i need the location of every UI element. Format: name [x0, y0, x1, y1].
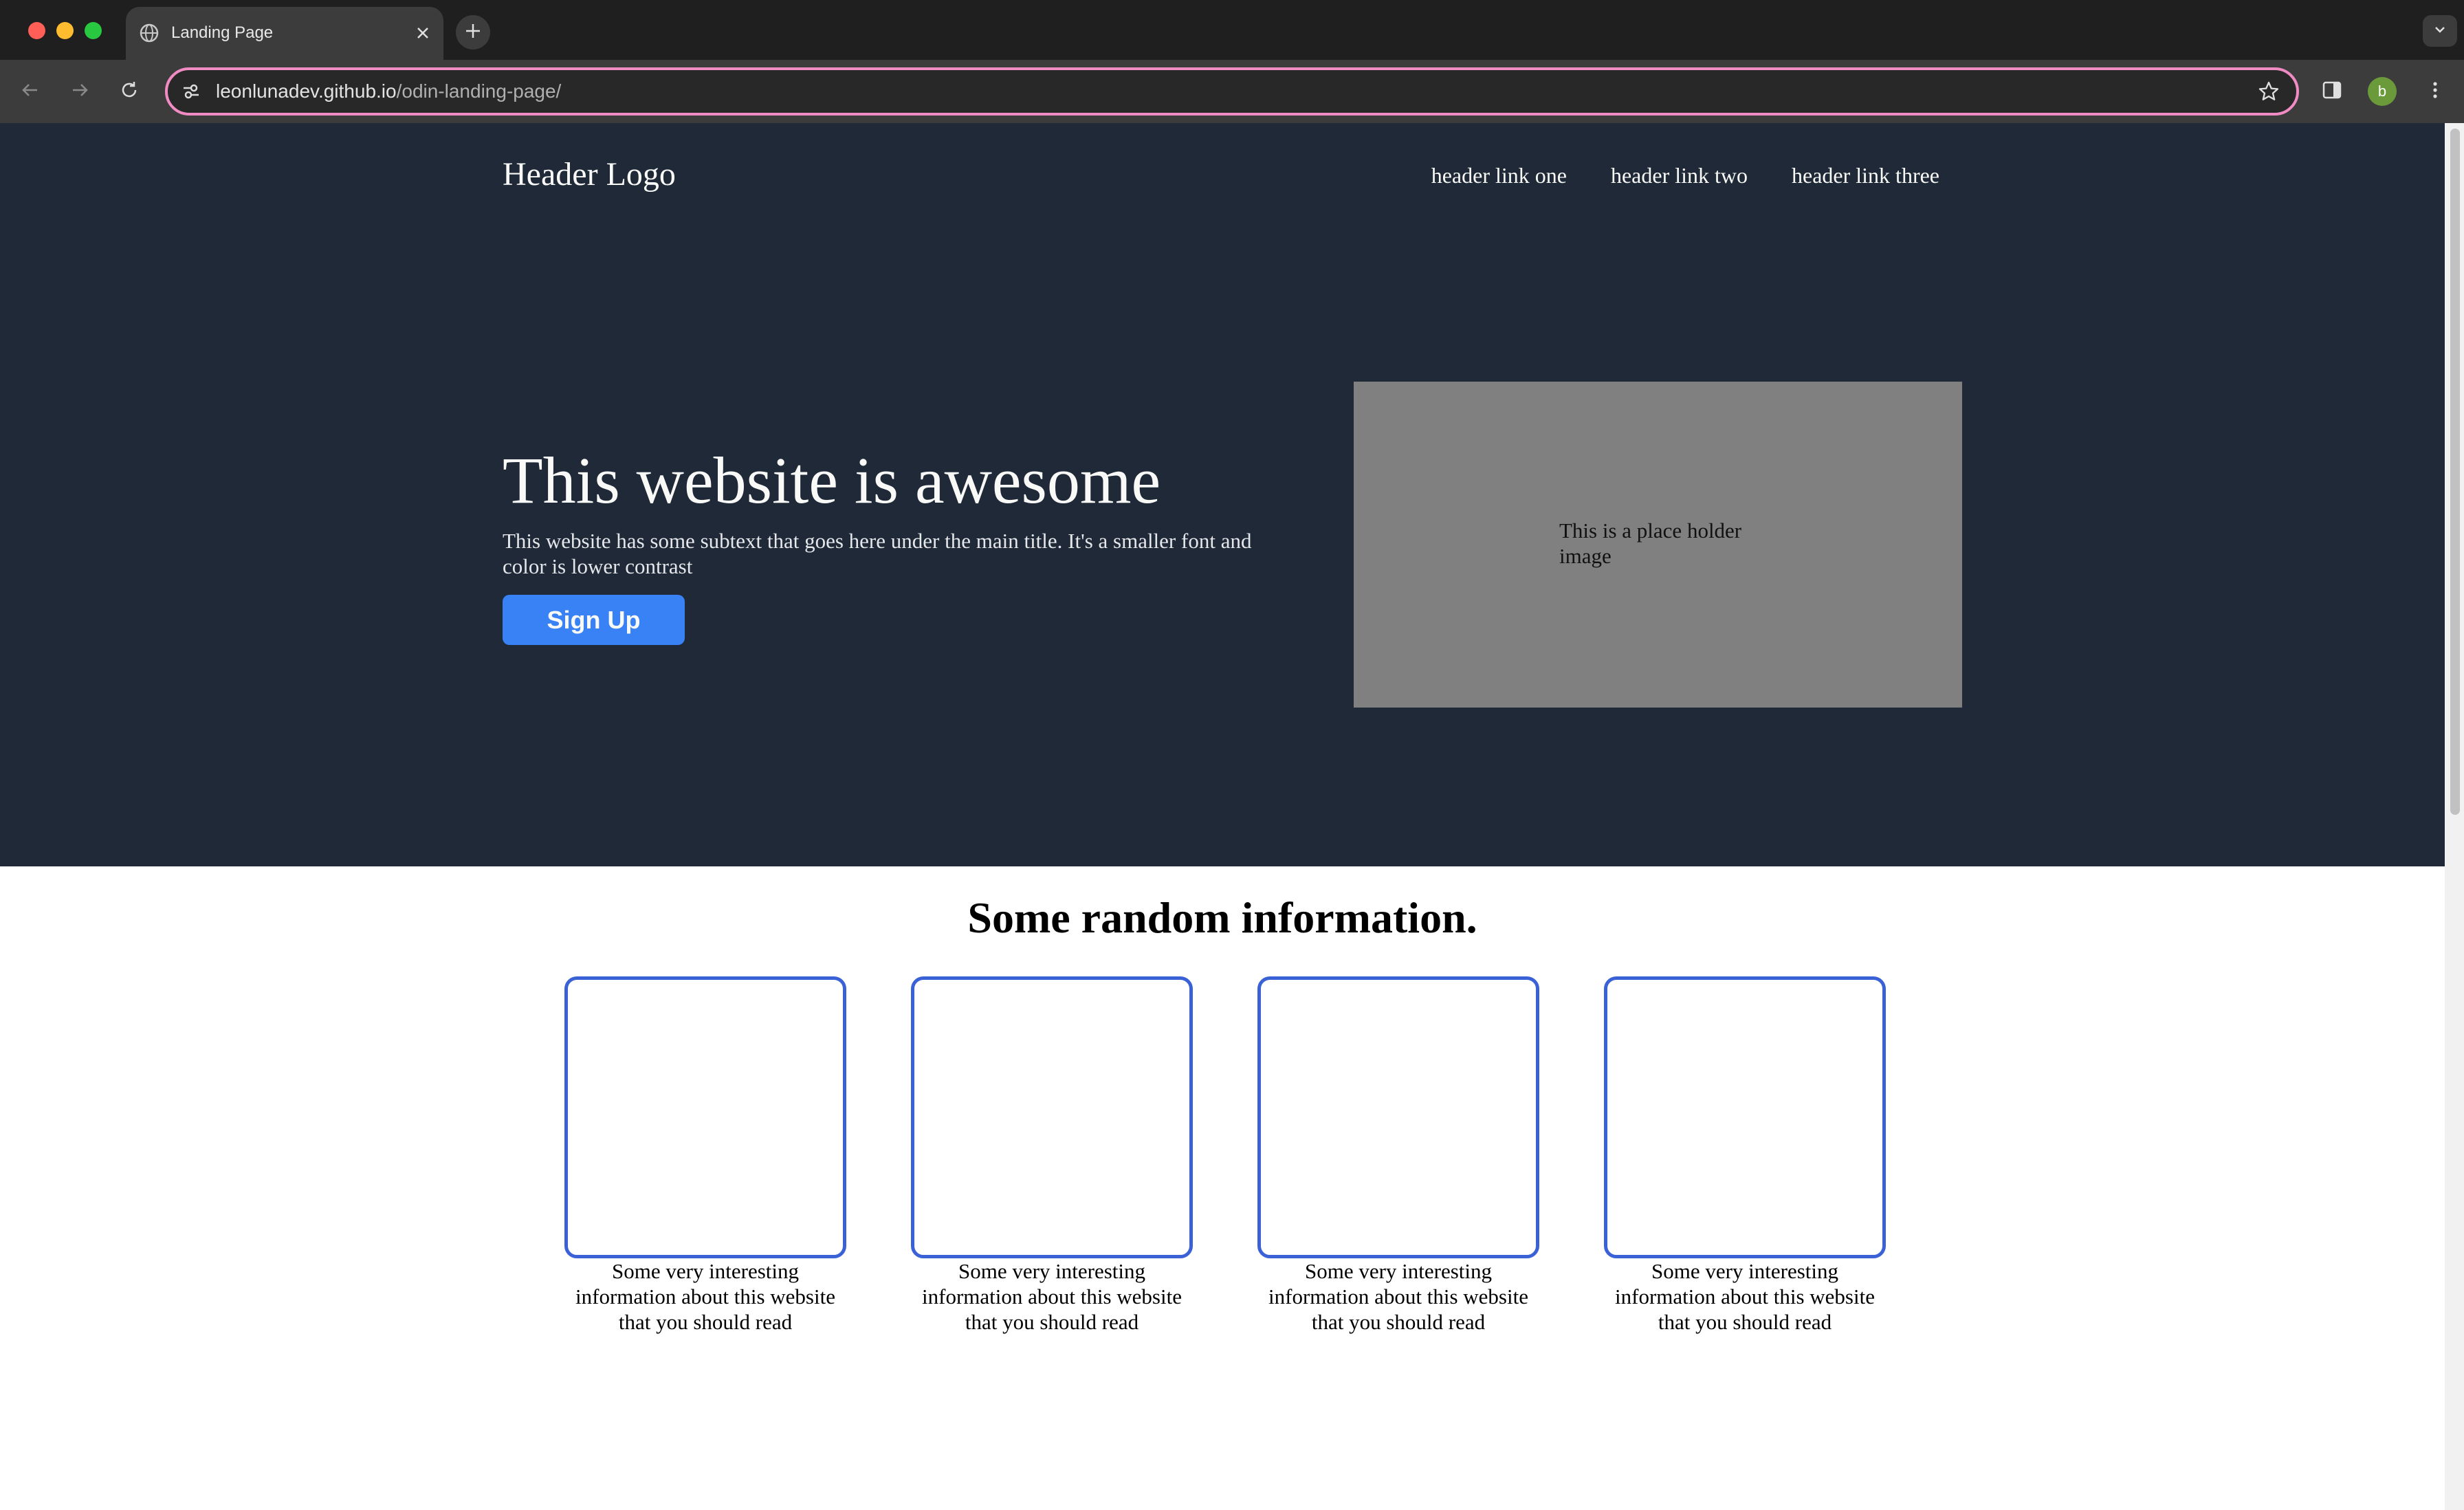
- globe-icon: [138, 22, 160, 44]
- kebab-menu-button[interactable]: [2420, 76, 2450, 107]
- kebab-menu-icon: [2425, 80, 2445, 104]
- page-scrollbar[interactable]: [2445, 123, 2464, 1510]
- info-cards: Some very interesting information about …: [0, 976, 2445, 1334]
- maximize-window-button[interactable]: [85, 22, 102, 39]
- tab-landing-page[interactable]: Landing Page: [126, 7, 443, 60]
- side-panel-button[interactable]: [2317, 76, 2347, 107]
- info-card: Some very interesting information about …: [911, 976, 1193, 1335]
- back-button[interactable]: [14, 75, 47, 108]
- scrollbar-thumb[interactable]: [2450, 129, 2460, 815]
- info-card-text: Some very interesting information about …: [1615, 1259, 1875, 1334]
- info-card-image: [1604, 976, 1886, 1258]
- header-link-three[interactable]: header link three: [1792, 159, 1939, 192]
- info-section-title: Some random information.: [967, 893, 1477, 942]
- close-icon[interactable]: [412, 22, 434, 44]
- info-card-image: [911, 976, 1193, 1258]
- close-window-button[interactable]: [28, 22, 45, 39]
- minimize-window-button[interactable]: [56, 22, 74, 39]
- placeholder-image-text: This is a place holder image: [1559, 518, 1742, 568]
- avatar[interactable]: b: [2368, 77, 2397, 106]
- info-card-image: [1257, 976, 1539, 1258]
- hero-title: This website is awesome: [503, 444, 1161, 517]
- info-card-text: Some very interesting information about …: [1268, 1259, 1528, 1334]
- forward-arrow-icon: [69, 79, 91, 105]
- info-card-text: Some very interesting information about …: [575, 1259, 835, 1334]
- browser-toolbar: leonlunadev.github.io/odin-landing-page/…: [0, 60, 2464, 123]
- info-card: Some very interesting information about …: [1604, 976, 1886, 1335]
- hero-section: Header Logo header link one header link …: [0, 123, 2445, 866]
- side-panel-icon: [2322, 80, 2342, 104]
- header-link-one[interactable]: header link one: [1431, 159, 1567, 192]
- new-tab-button[interactable]: [456, 15, 490, 50]
- placeholder-image: This is a place holder image: [1354, 382, 1962, 708]
- header-nav: header link one header link two header l…: [1431, 159, 1939, 192]
- header-link-two[interactable]: header link two: [1611, 159, 1748, 192]
- site-settings-icon[interactable]: [179, 79, 204, 104]
- info-card: Some very interesting information about …: [564, 976, 846, 1335]
- chevron-down-icon: [2432, 21, 2448, 41]
- page-viewport: Header Logo header link one header link …: [0, 123, 2464, 1510]
- info-card-text: Some very interesting information about …: [922, 1259, 1182, 1334]
- tab-strip: Landing Page: [0, 0, 2464, 60]
- landing-page: Header Logo header link one header link …: [0, 123, 2445, 1510]
- tab-title: Landing Page: [171, 23, 274, 42]
- forward-button[interactable]: [63, 75, 96, 108]
- reload-icon: [118, 79, 140, 105]
- star-icon[interactable]: [2256, 79, 2281, 104]
- info-card: Some very interesting information about …: [1257, 976, 1539, 1335]
- back-arrow-icon: [19, 79, 41, 105]
- address-bar[interactable]: leonlunadev.github.io/odin-landing-page/: [165, 67, 2299, 116]
- info-card-image: [564, 976, 846, 1258]
- url-path: /odin-landing-page/: [396, 80, 562, 102]
- header-logo: Header Logo: [503, 156, 676, 193]
- tab-search-button[interactable]: [2423, 15, 2457, 47]
- plus-icon: [464, 22, 482, 43]
- reload-button[interactable]: [113, 75, 146, 108]
- url-host: leonlunadev.github.io: [216, 80, 397, 102]
- hero-subtext: This website has some subtext that goes …: [503, 529, 1252, 578]
- sign-up-button[interactable]: Sign Up: [503, 595, 685, 645]
- url-text[interactable]: leonlunadev.github.io/odin-landing-page/: [216, 70, 561, 113]
